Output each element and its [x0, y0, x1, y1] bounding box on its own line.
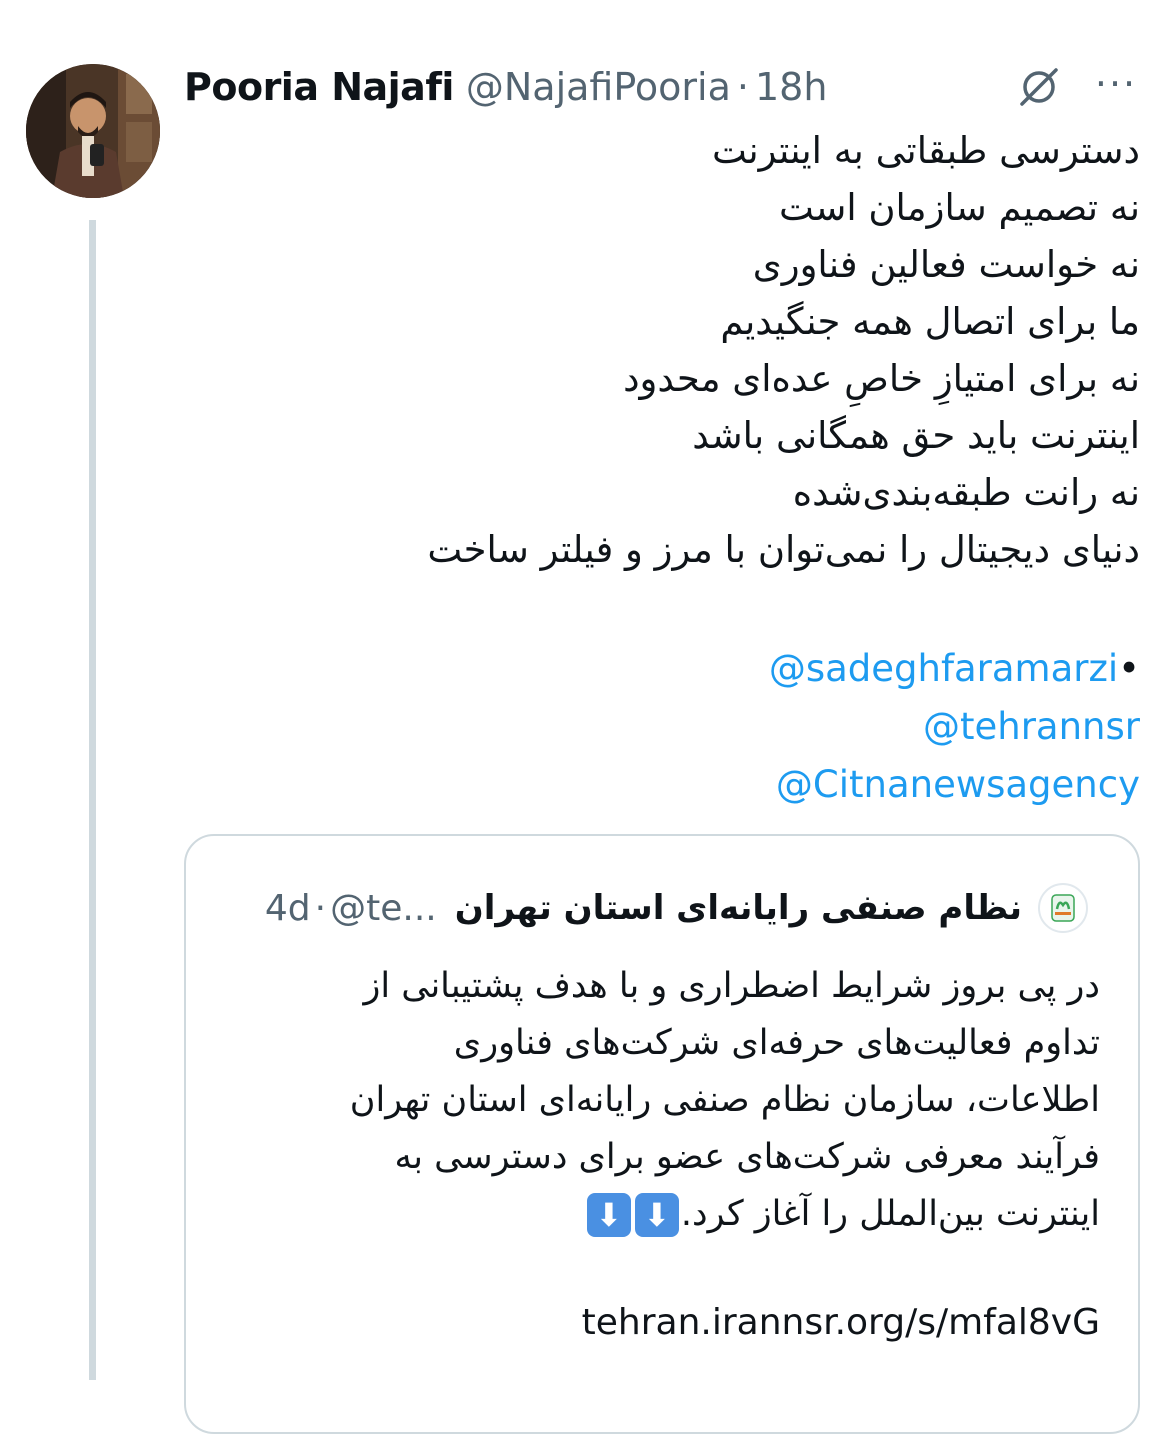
grok-icon[interactable]	[1016, 64, 1062, 110]
author-handle[interactable]: @NajafiPooria	[466, 65, 731, 109]
tweet-header: Pooria Najafi @NajafiPooria · 18h	[184, 62, 827, 112]
org-logo-icon[interactable]	[1038, 883, 1088, 933]
header-separator: ·	[736, 65, 749, 109]
quoted-timestamp[interactable]: 4d	[265, 888, 311, 929]
more-options-icon[interactable]: ···	[1092, 65, 1140, 103]
mention-link[interactable]: @sadeghfaramarzi	[769, 647, 1118, 690]
mention-link[interactable]: @Citnanewsagency	[776, 763, 1140, 806]
mentions-block: @sadeghfaramarzi• @tehrannsr @Citnanewsa…	[180, 640, 1140, 814]
bullet: •	[1118, 647, 1140, 690]
quoted-tweet[interactable]: نظام صنفی رایانه‌ای استان تهران @te... ·…	[184, 834, 1140, 1434]
tweet-line: نه رانت طبقه‌بندی‌شده	[792, 471, 1140, 514]
tweet-line: ما برای اتصال همه جنگیدیم	[720, 300, 1140, 343]
quoted-separator: ·	[314, 887, 327, 929]
tweet-line: نه تصمیم سازمان است	[778, 186, 1140, 229]
quoted-line: فرآیند معرفی شرکت‌های عضو برای دسترسی به	[394, 1137, 1100, 1177]
tweet-line: اینترنت باید حق همگانی باشد	[692, 414, 1140, 457]
tweet-line: نه برای امتیازِ خاصِ عده‌ای محدود	[623, 357, 1140, 400]
author-avatar[interactable]	[26, 64, 160, 198]
quoted-url[interactable]: tehran.irannsr.org/s/mfal8vG	[582, 1302, 1100, 1343]
quoted-line: در پی بروز شرایط اضطراری و با هدف پشتیبا…	[363, 966, 1100, 1006]
tweet-line: دسترسی طبقاتی به اینترنت	[711, 129, 1140, 172]
avatar-photo	[26, 64, 160, 198]
quoted-line: اطلاعات، سازمان نظام صنفی رایانه‌ای استا…	[349, 1080, 1100, 1120]
tweet-line: دنیای دیجیتال را نمی‌توان با مرز و فیلتر…	[427, 528, 1140, 571]
quoted-author-handle[interactable]: @te...	[330, 888, 437, 929]
quoted-last-text: اینترنت بین‌الملل را آغاز کرد.	[680, 1194, 1100, 1234]
quoted-line: تداوم فعالیت‌های حرفه‌ای شرکت‌های فناوری	[453, 1023, 1100, 1063]
down-arrow-emoji-icon: ⬇	[634, 1193, 679, 1237]
tweet-line: نه خواست فعالین فناوری	[752, 243, 1140, 286]
tweet-timestamp[interactable]: 18h	[755, 65, 827, 109]
quoted-line-last: اینترنت بین‌الملل را آغاز کرد.⬇⬇	[220, 1186, 1100, 1243]
author-name[interactable]: Pooria Najafi	[184, 65, 454, 109]
quoted-author-name[interactable]: نظام صنفی رایانه‌ای استان تهران	[455, 888, 1022, 928]
thread-line	[89, 220, 96, 1380]
mention-link[interactable]: @tehrannsr	[923, 705, 1140, 748]
down-arrow-emoji-icon: ⬇	[586, 1193, 631, 1237]
tweet-text: دسترسی طبقاتی به اینترنت نه تصمیم سازمان…	[180, 122, 1140, 578]
quoted-header: نظام صنفی رایانه‌ای استان تهران @te... ·…	[265, 880, 1088, 936]
quoted-text: در پی بروز شرایط اضطراری و با هدف پشتیبا…	[220, 958, 1100, 1243]
